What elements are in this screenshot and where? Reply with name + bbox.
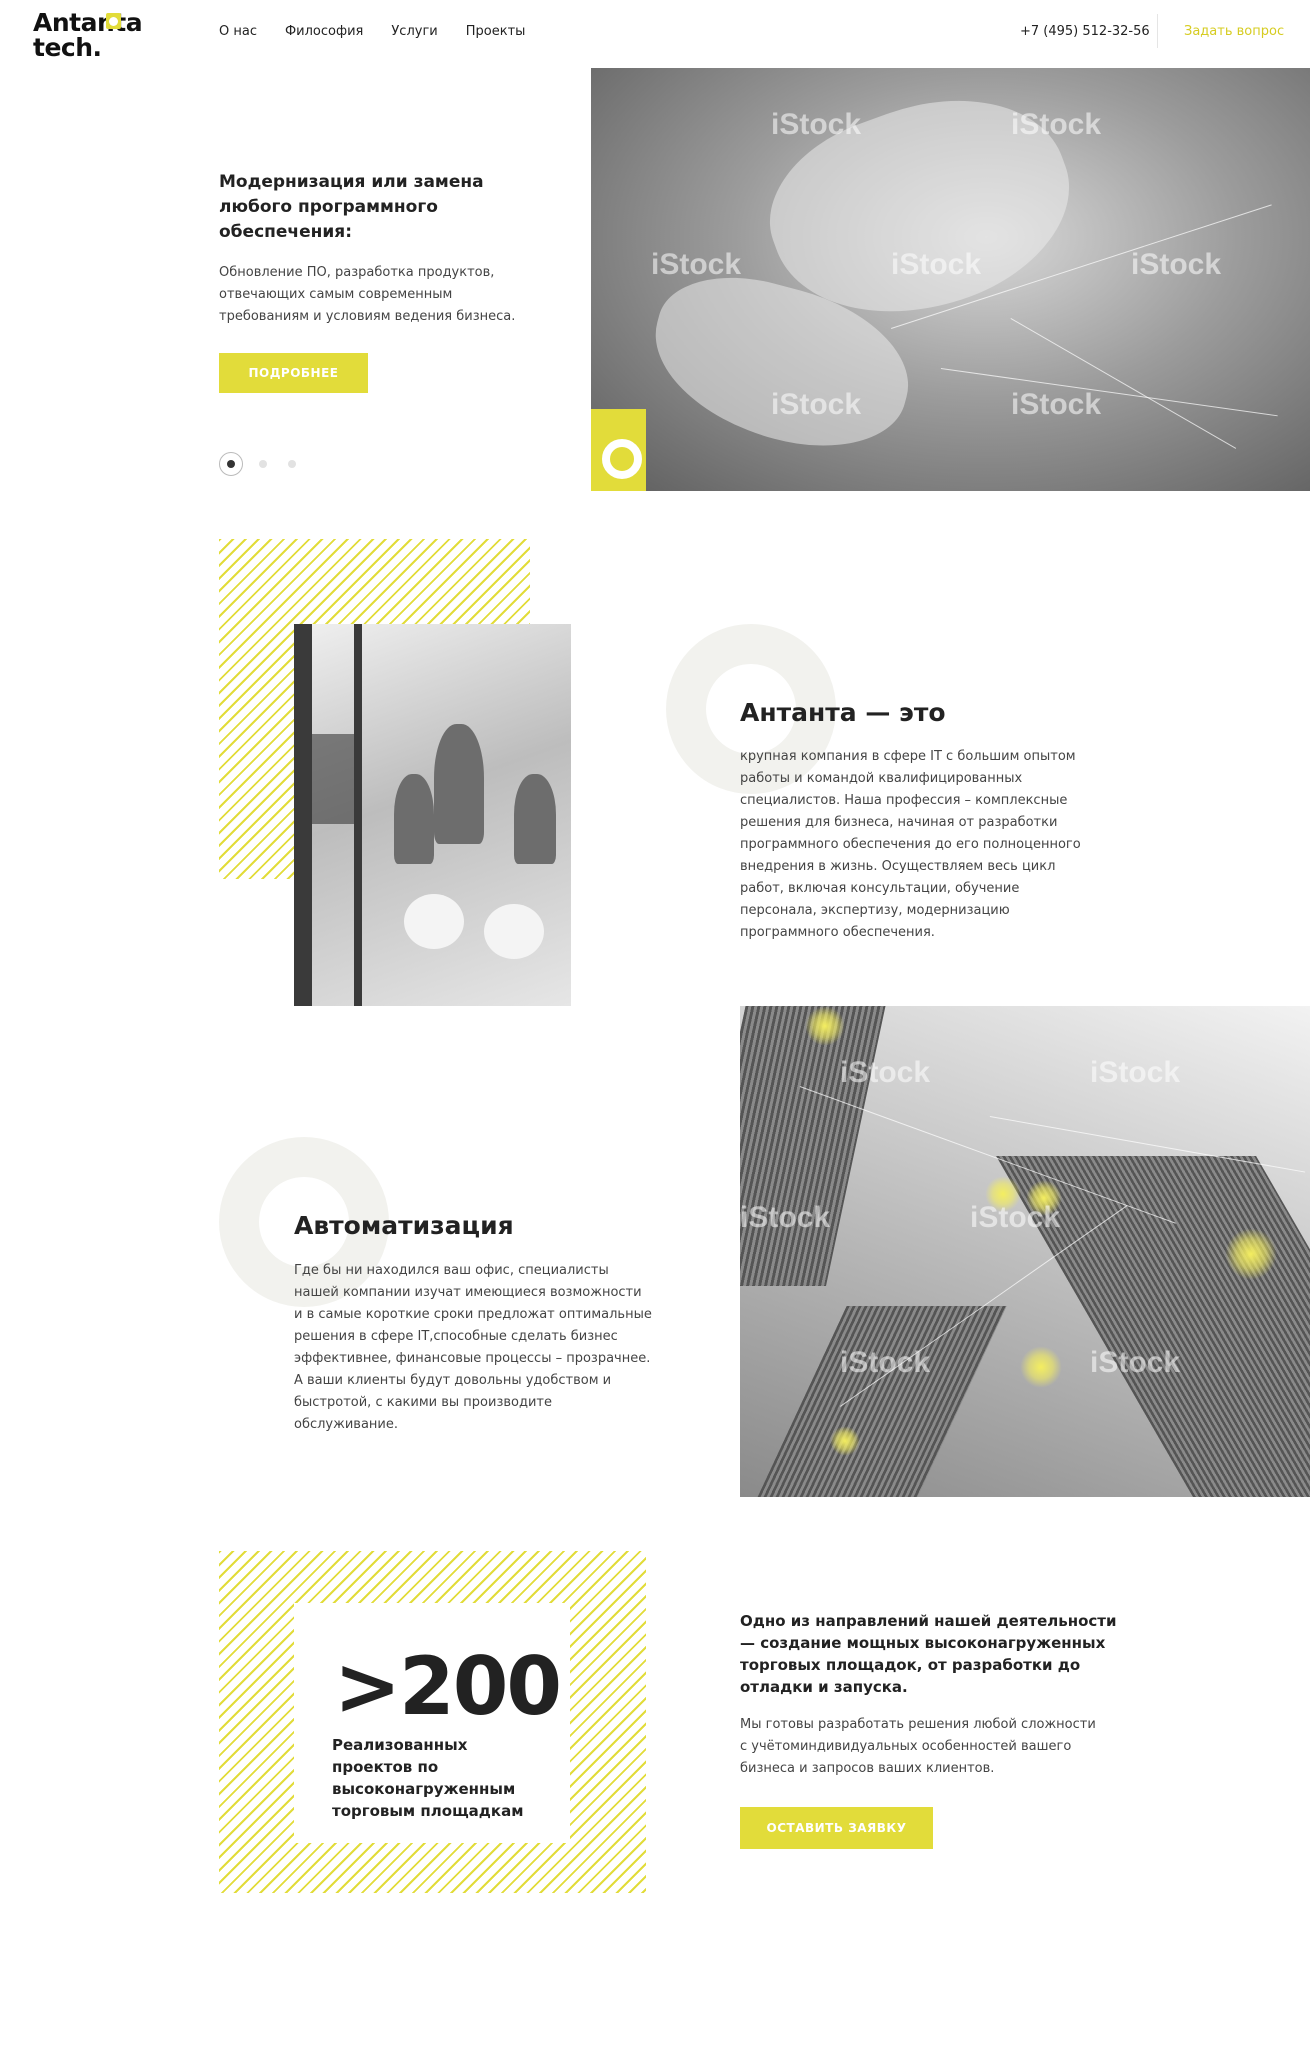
about-title: Антанта — это bbox=[740, 698, 946, 727]
person bbox=[514, 774, 556, 864]
watermark: iStock bbox=[970, 1201, 1061, 1234]
glow-point bbox=[1225, 1228, 1277, 1280]
person bbox=[394, 774, 434, 864]
brand-mark-icon bbox=[591, 409, 646, 491]
nav-item-about[interactable]: О нас bbox=[219, 24, 257, 39]
nav-item-services[interactable]: Услуги bbox=[391, 24, 437, 39]
stat-number: >200 bbox=[334, 1640, 562, 1733]
glow-point bbox=[805, 1006, 845, 1046]
watermark: iStock bbox=[891, 248, 982, 281]
slider-dot-3[interactable] bbox=[288, 460, 296, 468]
hero-title: Модернизация или замена любого программн… bbox=[219, 172, 484, 242]
watermark: iStock bbox=[1011, 108, 1102, 141]
watermark: iStock bbox=[651, 248, 742, 281]
glow-point bbox=[1020, 1346, 1062, 1388]
automation-title: Автоматизация bbox=[294, 1211, 514, 1240]
direction-title: Одно из направлений нашей деятельности —… bbox=[740, 1612, 1117, 1696]
more-button[interactable]: ПОДРОБНЕЕ bbox=[219, 353, 368, 393]
watermark: iStock bbox=[771, 388, 862, 421]
direction-text: Мы готовы разработать решения любой слож… bbox=[740, 1717, 1096, 1776]
watermark: iStock bbox=[1011, 388, 1102, 421]
logo-mark-icon bbox=[106, 13, 121, 29]
nav-item-philosophy[interactable]: Философия bbox=[285, 24, 363, 39]
watermark: iStock bbox=[1131, 248, 1222, 281]
person bbox=[434, 724, 484, 844]
request-button[interactable]: ОСТАВИТЬ ЗАЯВКУ bbox=[740, 1807, 933, 1849]
watermark: iStock bbox=[1090, 1056, 1181, 1089]
city-image: iStock iStock iStock iStock iStock iStoc… bbox=[740, 1006, 1310, 1497]
hero-image: iStock iStock iStock iStock iStock iStoc… bbox=[591, 68, 1310, 491]
watermark: iStock bbox=[740, 1201, 831, 1234]
screen bbox=[294, 734, 354, 824]
slider-dot-2[interactable] bbox=[259, 460, 267, 468]
tower bbox=[740, 1006, 895, 1286]
nav-item-projects[interactable]: Проекты bbox=[466, 24, 526, 39]
watermark: iStock bbox=[840, 1346, 931, 1379]
office-image bbox=[294, 624, 571, 1006]
window-frame bbox=[354, 624, 362, 1006]
logo-line2: tech. bbox=[33, 33, 102, 62]
logo[interactable]: Antanta tech. bbox=[33, 10, 143, 62]
automation-text: Где бы ни находился ваш офис, специалист… bbox=[294, 1263, 652, 1432]
phone-link[interactable]: +7 (495) 512-32-56 bbox=[1020, 24, 1150, 39]
slider-dot-1[interactable] bbox=[219, 452, 243, 476]
main-nav: О нас Философия Услуги Проекты bbox=[219, 24, 525, 39]
about-text: крупная компания в сфере IT с большим оп… bbox=[740, 749, 1081, 940]
watermark: iStock bbox=[1090, 1346, 1181, 1379]
glow-point bbox=[830, 1426, 860, 1456]
watermark: iStock bbox=[840, 1056, 931, 1089]
watermark: iStock bbox=[771, 108, 862, 141]
header-divider bbox=[1157, 14, 1158, 48]
chair bbox=[484, 904, 544, 959]
chair bbox=[404, 894, 464, 949]
ask-question-link[interactable]: Задать вопрос bbox=[1184, 24, 1284, 39]
tower bbox=[753, 1306, 1007, 1497]
stat-label: Реализованных проектов по высоконагружен… bbox=[332, 1736, 524, 1820]
hero-text: Обновление ПО, разработка продуктов, отв… bbox=[219, 265, 516, 324]
